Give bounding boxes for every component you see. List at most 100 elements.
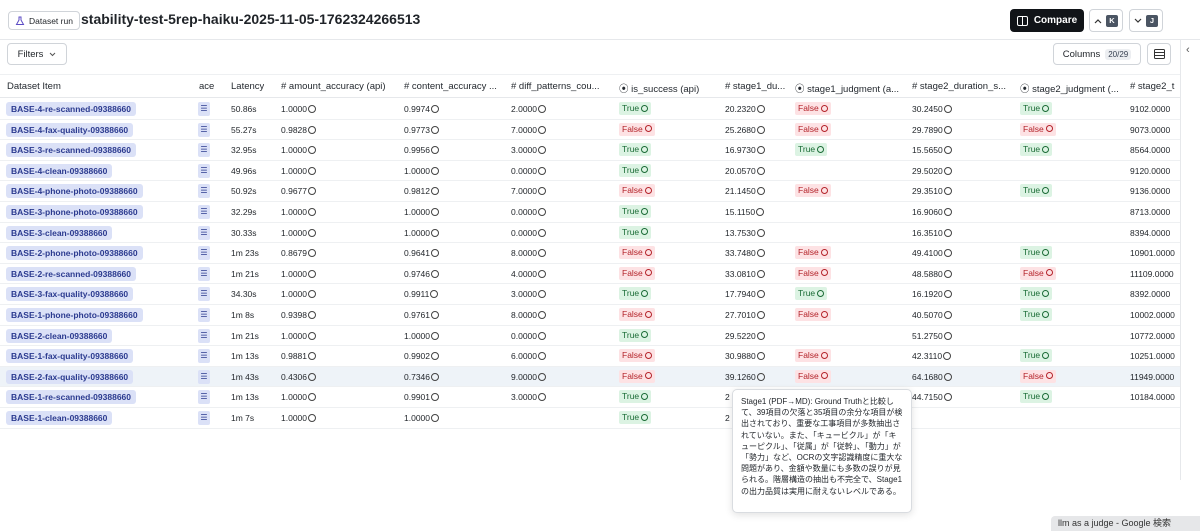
- trace-icon[interactable]: ☰: [198, 411, 210, 425]
- bool-badge-success[interactable]: True: [619, 411, 652, 424]
- trace-icon[interactable]: ☰: [198, 246, 210, 261]
- comment-icon[interactable]: [943, 269, 952, 278]
- bool-badge-s1j[interactable]: True: [795, 143, 828, 157]
- comment-icon[interactable]: [820, 248, 828, 256]
- comment-icon[interactable]: [431, 249, 439, 258]
- comment-icon[interactable]: [943, 290, 952, 299]
- header-stage1-duration[interactable]: # stage1_du...: [725, 81, 791, 92]
- comment-icon[interactable]: [641, 166, 649, 174]
- bool-badge-s1j[interactable]: False: [795, 349, 831, 363]
- bool-badge-s2j[interactable]: True: [1020, 308, 1053, 321]
- header-stage2-t[interactable]: # stage2_t: [1130, 81, 1180, 92]
- table-row[interactable]: BASE-2-phone-photo-09388660 ☰ 1m 23s 0.8679…: [0, 243, 1180, 264]
- bool-badge-success[interactable]: True: [619, 287, 652, 301]
- trace-icon[interactable]: ☰: [198, 266, 210, 281]
- header-stage2-duration[interactable]: # stage2_duration_s...: [912, 81, 1016, 92]
- dataset-item-link[interactable]: BASE-2-fax-quality-09388660: [6, 369, 134, 384]
- comment-icon[interactable]: [756, 187, 765, 196]
- header-dataset-item[interactable]: Dataset Item: [7, 81, 61, 92]
- comment-icon[interactable]: [644, 310, 652, 318]
- bool-badge-s1j[interactable]: False: [795, 308, 831, 321]
- header-latency[interactable]: Latency: [231, 81, 264, 92]
- comment-icon[interactable]: [538, 352, 546, 361]
- comment-icon[interactable]: [431, 393, 439, 402]
- comment-icon[interactable]: [1042, 289, 1050, 297]
- header-diff-patterns[interactable]: # diff_patterns_cou...: [511, 81, 611, 92]
- dataset-item-link[interactable]: BASE-4-fax-quality-09388660: [6, 122, 134, 137]
- comment-icon[interactable]: [943, 208, 952, 216]
- bool-badge-s1j[interactable]: False: [795, 122, 831, 136]
- dataset-item-link[interactable]: BASE-3-phone-photo-09388660: [6, 205, 143, 219]
- comment-icon[interactable]: [538, 393, 546, 402]
- comment-icon[interactable]: [431, 372, 439, 381]
- bool-badge-s2j[interactable]: False: [1020, 266, 1056, 280]
- dataset-item-link[interactable]: BASE-3-re-scanned-09388660: [6, 143, 137, 158]
- comment-icon[interactable]: [1045, 372, 1053, 380]
- comment-icon[interactable]: [308, 208, 316, 216]
- dataset-item-link[interactable]: BASE-1-re-scanned-09388660: [6, 390, 137, 405]
- comment-icon[interactable]: [431, 208, 439, 216]
- comment-icon[interactable]: [1045, 125, 1053, 133]
- bool-badge-s2j[interactable]: True: [1020, 143, 1053, 157]
- dataset-item-link[interactable]: BASE-1-fax-quality-09388660: [6, 349, 134, 364]
- comment-icon[interactable]: [308, 166, 316, 175]
- table-row[interactable]: BASE-1-phone-photo-09388660 ☰ 1m 8s 0.9398 0…: [0, 305, 1180, 326]
- comment-icon[interactable]: [756, 208, 765, 216]
- comment-icon[interactable]: [538, 372, 546, 381]
- bool-badge-s1j[interactable]: False: [795, 369, 831, 383]
- trace-icon[interactable]: ☰: [198, 369, 210, 384]
- comment-icon[interactable]: [641, 145, 649, 153]
- comment-icon[interactable]: [756, 372, 765, 381]
- bool-badge-s1j[interactable]: False: [795, 102, 831, 115]
- bool-badge-s1j[interactable]: False: [795, 246, 831, 260]
- comment-icon[interactable]: [756, 125, 765, 134]
- columns-button[interactable]: Columns 20/29: [1053, 43, 1141, 65]
- comment-icon[interactable]: [820, 372, 828, 380]
- bool-badge-success[interactable]: False: [619, 246, 655, 260]
- bool-badge-s1j[interactable]: False: [795, 184, 831, 198]
- comment-icon[interactable]: [644, 125, 652, 133]
- comment-icon[interactable]: [538, 311, 546, 319]
- trace-icon[interactable]: ☰: [198, 287, 210, 302]
- comment-icon[interactable]: [943, 311, 952, 319]
- dataset-item-link[interactable]: BASE-4-phone-photo-09388660: [6, 184, 143, 199]
- comment-icon[interactable]: [308, 311, 316, 319]
- trace-icon[interactable]: ☰: [198, 163, 210, 178]
- table-row[interactable]: BASE-4-phone-photo-09388660 ☰ 50.92s 0.9677…: [0, 181, 1180, 202]
- header-trace[interactable]: ace: [199, 81, 214, 92]
- dataset-item-link[interactable]: BASE-2-phone-photo-09388660: [6, 246, 143, 261]
- comment-icon[interactable]: [308, 331, 316, 340]
- trace-icon[interactable]: ☰: [198, 102, 210, 116]
- comment-icon[interactable]: [641, 413, 649, 421]
- bool-badge-s2j[interactable]: False: [1020, 122, 1056, 136]
- comment-icon[interactable]: [644, 372, 652, 380]
- comment-icon[interactable]: [538, 290, 546, 299]
- comment-icon[interactable]: [756, 311, 765, 319]
- comment-icon[interactable]: [308, 125, 316, 134]
- dataset-run-badge[interactable]: Dataset run: [8, 11, 80, 30]
- comment-icon[interactable]: [431, 331, 439, 340]
- bool-badge-success[interactable]: True: [619, 225, 652, 239]
- bool-badge-s2j[interactable]: True: [1020, 349, 1053, 363]
- comment-icon[interactable]: [308, 352, 316, 361]
- comment-icon[interactable]: [756, 269, 765, 278]
- comment-icon[interactable]: [820, 269, 828, 277]
- dataset-item-link[interactable]: BASE-1-phone-photo-09388660: [6, 308, 143, 322]
- comment-icon[interactable]: [431, 414, 439, 422]
- comment-icon[interactable]: [308, 249, 316, 258]
- comment-icon[interactable]: [817, 289, 825, 297]
- dataset-item-link[interactable]: BASE-4-clean-09388660: [6, 163, 113, 178]
- trace-icon[interactable]: ☰: [198, 225, 210, 240]
- bool-badge-s2j[interactable]: True: [1020, 184, 1053, 198]
- comment-icon[interactable]: [308, 228, 316, 237]
- bool-badge-s2j[interactable]: False: [1020, 369, 1056, 383]
- comment-icon[interactable]: [1045, 269, 1053, 277]
- bool-badge-s1j[interactable]: False: [795, 266, 831, 280]
- bool-badge-s2j[interactable]: True: [1020, 287, 1053, 301]
- header-is-success[interactable]: ⦿ is_success (api): [619, 81, 719, 95]
- comment-icon[interactable]: [817, 145, 825, 153]
- comment-icon[interactable]: [308, 393, 316, 402]
- header-stage2-judgment[interactable]: ⦿ stage2_judgment (...: [1020, 81, 1126, 95]
- dataset-item-link[interactable]: BASE-4-re-scanned-09388660: [6, 102, 137, 116]
- bool-badge-success[interactable]: True: [619, 102, 652, 115]
